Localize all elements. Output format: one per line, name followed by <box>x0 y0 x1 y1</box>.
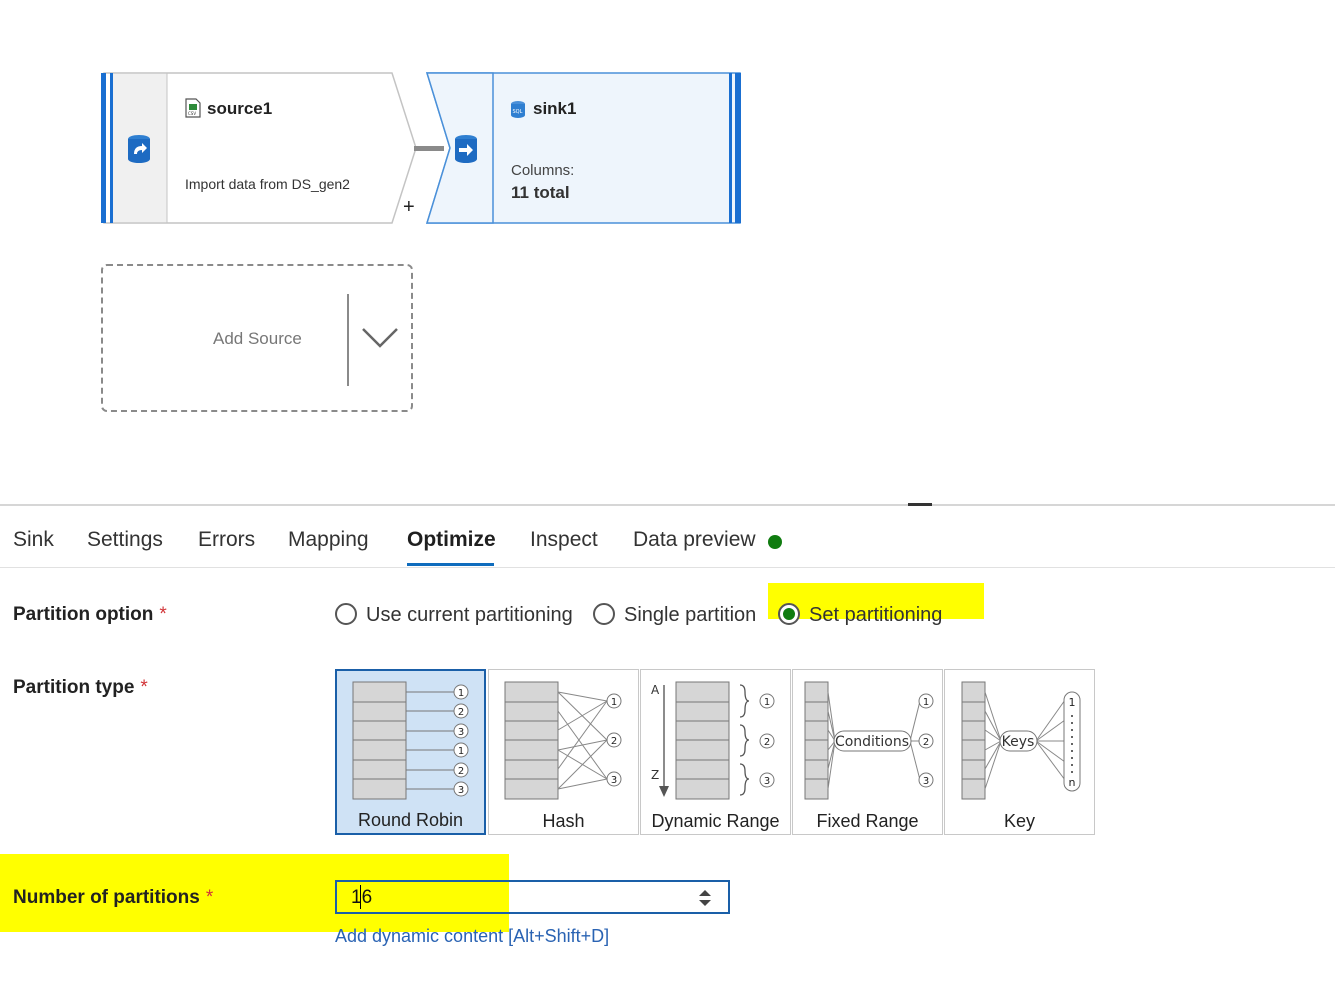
number-of-partitions-label-text: Number of partitions <box>13 887 200 908</box>
rr-glyph-6: 3 <box>458 785 464 796</box>
partition-type-fixed-range[interactable]: Conditions 1 2 3 Fixed Range <box>792 669 943 835</box>
sink-columns-value: 11 total <box>511 183 570 202</box>
fr-glyph-1: 1 <box>923 697 929 708</box>
add-dynamic-content-link[interactable]: Add dynamic content [Alt+Shift+D] <box>335 926 609 947</box>
sink-columns-label: Columns: <box>511 162 575 179</box>
key-label: Key <box>1003 811 1036 831</box>
tab-errors[interactable]: Errors <box>198 528 255 552</box>
rr-glyph-3: 3 <box>458 727 464 738</box>
key-glyph-n: n <box>1069 776 1076 789</box>
round-robin-diagram: 1 2 3 1 2 3 <box>352 681 469 800</box>
tab-optimize[interactable]: Optimize <box>407 528 496 552</box>
svg-text:SQL: SQL <box>513 109 523 115</box>
rr-glyph-2: 2 <box>458 707 464 718</box>
fr-glyph-3: 3 <box>923 776 929 787</box>
svg-text:CSV: CSV <box>188 111 196 116</box>
add-source-label: Add Source <box>213 329 302 348</box>
hash-diagram: 1 2 3 <box>504 681 622 800</box>
hash-glyph-3: 3 <box>611 775 617 786</box>
radio-single-partition[interactable] <box>593 603 615 625</box>
dr-glyph-z: Z <box>651 768 659 782</box>
dynamic-range-label: Dynamic Range <box>651 811 780 831</box>
partition-type-label: Partition type * <box>13 677 148 699</box>
fr-glyph-conditions: Conditions <box>835 734 909 750</box>
tab-sink[interactable]: Sink <box>13 528 54 552</box>
add-source-separator <box>347 294 349 386</box>
hash-label: Hash <box>542 811 585 831</box>
active-tab-indicator <box>407 563 494 566</box>
add-source-button[interactable]: Add Source <box>101 264 413 412</box>
tab-settings[interactable]: Settings <box>87 528 163 552</box>
partition-type-key[interactable]: Keys 1 n Key <box>944 669 1095 835</box>
add-transform-plus[interactable]: + <box>403 196 415 219</box>
chevron-down-icon[interactable] <box>361 326 401 355</box>
fixed-range-label: Fixed Range <box>816 811 919 831</box>
partition-type-dynamic-range[interactable]: A Z 1 2 3 Dynamic Range <box>640 669 791 835</box>
tab-bar: Sink Settings Errors Mapping Optimize In… <box>0 520 1335 568</box>
source-node-title: source1 <box>207 99 273 118</box>
partition-type-label-text: Partition type <box>13 677 135 698</box>
radio-use-current-partitioning[interactable] <box>335 603 357 625</box>
tab-inspect[interactable]: Inspect <box>530 528 598 552</box>
sink-node-title: sink1 <box>533 99 577 118</box>
source1-node[interactable]: CSV source1 Import data from DS_gen2 + <box>100 72 420 224</box>
dr-glyph-3: 3 <box>764 776 770 787</box>
key-glyph-1: 1 <box>1069 696 1076 709</box>
tab-data-preview[interactable]: Data preview <box>633 528 756 552</box>
source-node-description: Import data from DS_gen2 <box>185 176 350 192</box>
key-glyph-keys: Keys <box>1002 734 1035 750</box>
fixed-range-diagram: Conditions 1 2 3 <box>804 681 934 800</box>
use-current-partitioning-label: Use current partitioning <box>366 604 573 626</box>
tab-mapping[interactable]: Mapping <box>288 528 369 552</box>
partition-option-label-text: Partition option <box>13 604 154 625</box>
dynamic-range-diagram: A Z 1 2 3 <box>651 681 775 800</box>
dr-glyph-2: 2 <box>764 737 770 748</box>
required-mark: * <box>140 677 148 698</box>
number-of-partitions-label: Number of partitions * <box>13 887 213 909</box>
partition-type-round-robin[interactable]: 1 2 3 1 2 3 Round Robin <box>335 669 486 835</box>
rr-glyph-4: 1 <box>458 746 464 757</box>
dr-glyph-a: A <box>651 683 660 697</box>
rr-glyph-5: 2 <box>458 766 464 777</box>
hash-glyph-2: 2 <box>611 736 617 747</box>
key-diagram: Keys 1 n <box>961 681 1081 800</box>
single-partition-label: Single partition <box>624 604 757 626</box>
radio-set-partitioning[interactable] <box>778 603 800 625</box>
hash-glyph-1: 1 <box>611 697 617 708</box>
text-caret <box>360 885 361 909</box>
sink1-node[interactable]: SQL sink1 Columns: 11 total <box>426 72 744 224</box>
spinner-arrows-icon[interactable] <box>695 887 715 909</box>
round-robin-label: Round Robin <box>357 810 464 830</box>
dr-glyph-1: 1 <box>764 697 770 708</box>
data-preview-status-dot <box>768 535 782 549</box>
required-mark: * <box>205 887 214 908</box>
set-partitioning-label: Set partitioning <box>809 604 943 626</box>
number-of-partitions-input[interactable]: 16 <box>335 880 730 914</box>
panel-splitter[interactable] <box>0 504 1335 506</box>
partition-option-label: Partition option * <box>13 604 167 626</box>
number-of-partitions-value: 16 <box>351 887 373 908</box>
rr-glyph-1: 1 <box>458 688 464 699</box>
required-mark: * <box>159 604 167 625</box>
splitter-grip[interactable] <box>908 503 932 506</box>
partition-type-hash[interactable]: 1 2 3 Hash <box>488 669 639 835</box>
fr-glyph-2: 2 <box>923 737 929 748</box>
